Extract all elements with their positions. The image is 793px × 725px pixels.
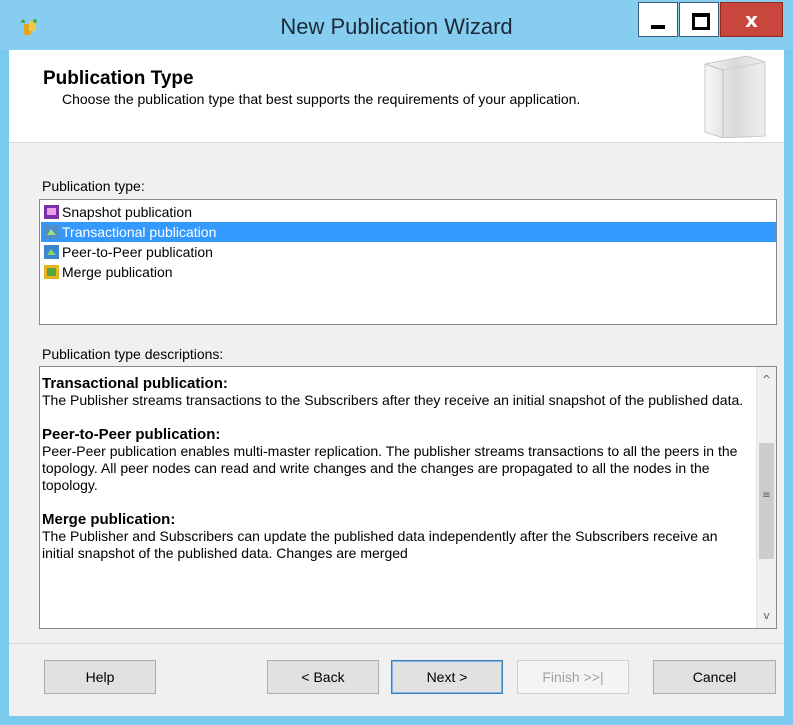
- list-item-label: Peer-to-Peer publication: [62, 244, 213, 260]
- description-body: Peer-Peer publication enables multi-mast…: [42, 443, 738, 493]
- wizard-header: Publication Type Choose the publication …: [9, 50, 784, 143]
- snapshot-publication-icon: [44, 205, 59, 219]
- scroll-thumb[interactable]: ≡: [759, 443, 774, 559]
- description-body: The Publisher and Subscribers can update…: [42, 528, 718, 561]
- description-heading: Transactional publication:: [42, 375, 228, 392]
- page-subtitle: Choose the publication type that best su…: [62, 91, 581, 107]
- list-item-label: Snapshot publication: [62, 204, 192, 220]
- title-bar[interactable]: New Publication Wizard x: [0, 0, 793, 50]
- description-body: The Publisher streams transactions to th…: [42, 392, 744, 408]
- maximize-button[interactable]: [679, 2, 719, 37]
- publication-type-label: Publication type:: [42, 178, 145, 194]
- next-button[interactable]: Next >: [391, 660, 503, 694]
- close-icon: x: [745, 8, 758, 32]
- wizard-window: New Publication Wizard x Publication Typ…: [0, 0, 793, 725]
- list-item-transactional[interactable]: Transactional publication: [41, 222, 776, 242]
- list-item-label: Transactional publication: [62, 224, 217, 240]
- scroll-down-icon[interactable]: v: [757, 608, 776, 628]
- back-button[interactable]: < Back: [267, 660, 379, 694]
- publication-type-list[interactable]: Snapshot publication Transactional publi…: [39, 199, 777, 325]
- descriptions-text: Transactional publication: The Publisher…: [42, 375, 750, 579]
- merge-publication-icon: [44, 265, 59, 279]
- description-heading: Peer-to-Peer publication:: [42, 426, 221, 443]
- maximize-icon: [692, 13, 710, 30]
- list-item-snapshot[interactable]: Snapshot publication: [41, 202, 776, 222]
- cancel-button[interactable]: Cancel: [653, 660, 776, 694]
- grip-icon: ≡: [762, 490, 771, 501]
- help-button[interactable]: Help: [44, 660, 156, 694]
- description-heading: Merge publication:: [42, 511, 176, 528]
- minimize-icon: [651, 25, 665, 29]
- list-item-peer-to-peer[interactable]: Peer-to-Peer publication: [41, 242, 776, 262]
- list-item-label: Merge publication: [62, 264, 173, 280]
- transactional-publication-icon: [44, 225, 59, 239]
- footer-divider: [9, 643, 784, 644]
- descriptions-label: Publication type descriptions:: [42, 346, 224, 362]
- vertical-scrollbar[interactable]: ^ ≡ v: [756, 367, 776, 628]
- peer-to-peer-publication-icon: [44, 245, 59, 259]
- book-icon: [704, 55, 766, 138]
- wizard-body: Publication Type Choose the publication …: [9, 50, 784, 716]
- list-item-merge[interactable]: Merge publication: [41, 262, 776, 282]
- page-title: Publication Type: [43, 68, 194, 89]
- close-button[interactable]: x: [720, 2, 783, 37]
- descriptions-box[interactable]: Transactional publication: The Publisher…: [39, 366, 777, 629]
- minimize-button[interactable]: [638, 2, 678, 37]
- finish-button[interactable]: Finish >>|: [517, 660, 629, 694]
- scroll-up-icon[interactable]: ^: [757, 367, 776, 387]
